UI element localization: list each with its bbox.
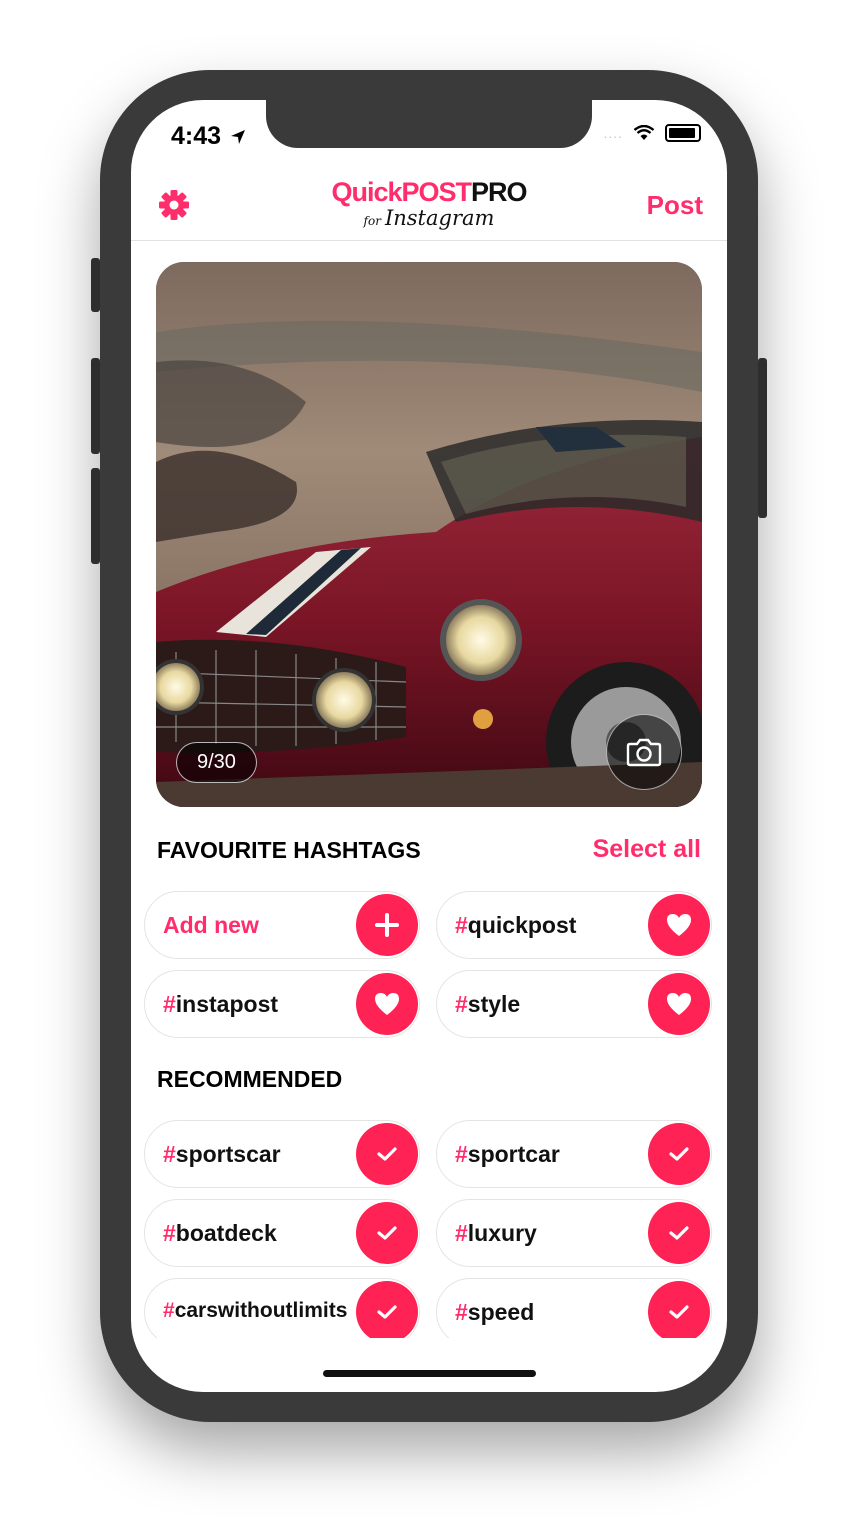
recommended-hashtag[interactable]: #sportscar bbox=[144, 1120, 420, 1188]
status-indicators: .... bbox=[603, 124, 701, 142]
favourite-hashtag[interactable]: #style bbox=[436, 970, 712, 1038]
heart-icon bbox=[648, 973, 710, 1035]
power-button bbox=[758, 358, 767, 518]
app-logo: QuickPOSTPRO for Instagram bbox=[331, 177, 527, 230]
plus-icon bbox=[356, 894, 418, 956]
camera-button[interactable] bbox=[606, 714, 682, 790]
recommended-hashtag[interactable]: #speed bbox=[436, 1278, 712, 1338]
battery-icon bbox=[665, 124, 701, 142]
location-arrow-icon bbox=[231, 130, 245, 145]
checkmark-icon bbox=[356, 1281, 418, 1338]
recommended-list[interactable]: #sportscar #sportcar #boatdeck #luxury #… bbox=[131, 1118, 727, 1338]
checkmark-icon bbox=[648, 1281, 710, 1338]
recommended-hashtag[interactable]: #boatdeck bbox=[144, 1199, 420, 1267]
add-new-hashtag[interactable]: Add new bbox=[144, 891, 420, 959]
notch bbox=[266, 100, 592, 148]
nav-bar: QuickPOSTPRO for Instagram Post bbox=[131, 170, 727, 241]
gear-icon[interactable] bbox=[157, 188, 191, 222]
favourites-title: FAVOURITE HASHTAGS bbox=[157, 837, 421, 863]
favourite-hashtag[interactable]: #quickpost bbox=[436, 891, 712, 959]
home-indicator[interactable] bbox=[323, 1370, 536, 1377]
mute-switch bbox=[91, 258, 100, 312]
status-time: 4:43 bbox=[171, 122, 246, 151]
wifi-icon bbox=[633, 125, 655, 140]
checkmark-icon bbox=[356, 1202, 418, 1264]
signal-dots: .... bbox=[603, 125, 623, 141]
phone-frame: 4:43 .... QuickPOSTPRO for Instagram Pos… bbox=[91, 70, 767, 1422]
camera-icon bbox=[626, 738, 662, 767]
checkmark-icon bbox=[648, 1202, 710, 1264]
recommended-hashtag[interactable]: #sportcar bbox=[436, 1120, 712, 1188]
checkmark-icon bbox=[356, 1123, 418, 1185]
post-button[interactable]: Post bbox=[647, 190, 703, 221]
favourite-hashtag[interactable]: #instapost bbox=[144, 970, 420, 1038]
volume-down-button bbox=[91, 468, 100, 564]
screen: 4:43 .... QuickPOSTPRO for Instagram Pos… bbox=[131, 100, 727, 1392]
volume-up-button bbox=[91, 358, 100, 454]
add-new-label: Add new bbox=[163, 912, 259, 938]
photo-counter: 9/30 bbox=[176, 742, 257, 783]
checkmark-icon bbox=[648, 1123, 710, 1185]
selected-photo[interactable]: 9/30 bbox=[156, 262, 702, 807]
select-all-button[interactable]: Select all bbox=[593, 835, 701, 864]
recommended-hashtag[interactable]: #carswithoutlimits bbox=[144, 1278, 420, 1338]
recommended-hashtag[interactable]: #luxury bbox=[436, 1199, 712, 1267]
heart-icon bbox=[648, 894, 710, 956]
recommended-title: RECOMMENDED bbox=[157, 1066, 343, 1092]
heart-icon bbox=[356, 973, 418, 1035]
